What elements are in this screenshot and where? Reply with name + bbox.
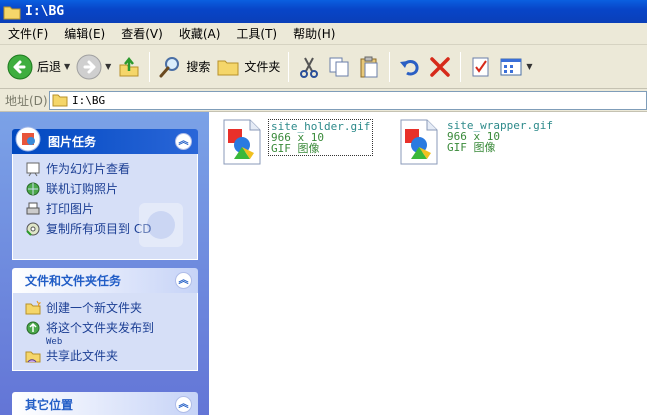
search-icon bbox=[159, 56, 180, 77]
search-label: 搜索 bbox=[186, 60, 211, 74]
collapse-chevron-icon[interactable]: ︽ bbox=[175, 272, 192, 289]
toolbar-separator bbox=[288, 51, 290, 82]
folders-button[interactable]: 文件夹 bbox=[213, 49, 283, 85]
menu-favorites[interactable]: 收藏(A) bbox=[171, 23, 229, 45]
picture-tasks-title: 图片任务 bbox=[48, 135, 97, 149]
slideshow-icon bbox=[26, 162, 40, 177]
task-label: 共享此文件夹 bbox=[46, 349, 119, 363]
copy-icon bbox=[329, 57, 349, 76]
up-folder-button[interactable] bbox=[114, 49, 144, 85]
picture-watermark-icon bbox=[139, 203, 183, 247]
picture-tasks-header[interactable]: 图片任务 ︽ bbox=[12, 126, 198, 154]
paste-button[interactable] bbox=[354, 49, 384, 85]
views-icon bbox=[500, 58, 522, 75]
share-folder-icon bbox=[25, 351, 41, 363]
task-publish-web[interactable]: 将这个文件夹发布到 Web bbox=[25, 319, 197, 347]
printer-icon bbox=[26, 202, 40, 215]
toolbar-separator bbox=[460, 51, 462, 82]
menu-tools[interactable]: 工具(T) bbox=[228, 23, 285, 45]
globe-icon bbox=[26, 182, 40, 196]
folders-icon bbox=[217, 60, 239, 75]
collapse-chevron-icon[interactable]: ︽ bbox=[175, 133, 192, 150]
paste-icon bbox=[360, 56, 378, 77]
other-places-title: 其它位置 bbox=[25, 398, 74, 412]
picture-tasks-panel: 图片任务 ︽ 作为幻灯片查看 联机订购照片 打印图片 复制所有项目到 CD bbox=[12, 126, 198, 260]
file-view[interactable]: site_holder.gif 966 x 10 GIF 图像 site_wra… bbox=[209, 112, 647, 415]
file-item[interactable]: site_wrapper.gif 966 x 10 GIF 图像 bbox=[397, 119, 555, 165]
task-label: 打印图片 bbox=[46, 202, 95, 216]
copy-button[interactable] bbox=[324, 49, 354, 85]
task-share-folder[interactable]: 共享此文件夹 bbox=[25, 347, 197, 367]
scissors-icon bbox=[300, 57, 319, 78]
toolbar-separator bbox=[389, 51, 391, 82]
picture-tasks-body: 作为幻灯片查看 联机订购照片 打印图片 复制所有项目到 CD bbox=[12, 154, 198, 260]
menu-bar: 文件(F) 编辑(E) 查看(V) 收藏(A) 工具(T) 帮助(H) bbox=[0, 23, 647, 45]
task-label: 联机订购照片 bbox=[46, 182, 119, 196]
gif-file-icon bbox=[400, 119, 438, 165]
task-label: 创建一个新文件夹 bbox=[46, 301, 143, 315]
cd-icon bbox=[26, 222, 40, 236]
menu-file[interactable]: 文件(F) bbox=[0, 23, 56, 45]
delete-x-icon bbox=[430, 56, 451, 77]
up-folder-icon bbox=[119, 56, 139, 76]
file-folder-tasks-header[interactable]: 文件和文件夹任务 ︽ bbox=[12, 268, 198, 293]
task-label-sub: Web bbox=[46, 337, 63, 347]
properties-icon bbox=[472, 57, 489, 76]
new-folder-icon bbox=[25, 300, 41, 315]
file-type: GIF 图像 bbox=[447, 141, 496, 154]
task-new-folder[interactable]: 创建一个新文件夹 bbox=[25, 299, 197, 319]
back-arrow-icon bbox=[7, 54, 33, 79]
properties-button[interactable] bbox=[466, 49, 496, 85]
window-title: I:\BG bbox=[25, 4, 65, 19]
address-bar: 地址(D) I:\BG bbox=[0, 89, 647, 112]
views-button[interactable]: ▼ bbox=[496, 49, 535, 85]
task-label: 将这个文件夹发布到 Web bbox=[46, 319, 154, 347]
back-button[interactable]: 后退 ▼ bbox=[4, 49, 73, 85]
publish-web-icon bbox=[26, 321, 40, 335]
collapse-chevron-icon[interactable]: ︽ bbox=[175, 396, 192, 413]
task-pane: 图片任务 ︽ 作为幻灯片查看 联机订购照片 打印图片 复制所有项目到 CD 文件… bbox=[0, 112, 209, 415]
picture-tasks-icon bbox=[15, 126, 41, 152]
folder-icon bbox=[52, 94, 68, 107]
other-places-header[interactable]: 其它位置 ︽ bbox=[12, 392, 198, 415]
address-value: I:\BG bbox=[72, 93, 106, 107]
menu-edit[interactable]: 编辑(E) bbox=[56, 23, 113, 45]
undo-icon bbox=[400, 59, 419, 75]
file-folder-tasks-panel: 文件和文件夹任务 ︽ 创建一个新文件夹 将这个文件夹发布到 Web 共享此文件夹 bbox=[12, 268, 198, 371]
undo-button[interactable] bbox=[395, 49, 425, 85]
task-label-line: 将这个文件夹发布到 bbox=[46, 321, 155, 335]
menu-view[interactable]: 查看(V) bbox=[113, 23, 171, 45]
file-details: site_wrapper.gif 966 x 10 GIF 图像 bbox=[445, 119, 555, 154]
title-bar: I:\BG bbox=[0, 0, 647, 23]
folders-label: 文件夹 bbox=[244, 60, 281, 74]
forward-button[interactable]: ▼ bbox=[73, 49, 114, 85]
views-dropdown-icon[interactable]: ▼ bbox=[526, 62, 532, 71]
forward-dropdown-icon[interactable]: ▼ bbox=[105, 62, 111, 71]
address-field[interactable]: I:\BG bbox=[49, 90, 647, 110]
task-slideshow[interactable]: 作为幻灯片查看 bbox=[25, 160, 197, 180]
task-label: 作为幻灯片查看 bbox=[46, 162, 131, 176]
back-dropdown-icon[interactable]: ▼ bbox=[64, 62, 70, 71]
menu-help[interactable]: 帮助(H) bbox=[285, 23, 343, 45]
search-button[interactable]: 搜索 bbox=[155, 49, 213, 85]
other-places-panel: 其它位置 ︽ bbox=[12, 392, 198, 415]
back-label: 后退 bbox=[37, 60, 62, 74]
gif-file-icon bbox=[223, 119, 261, 165]
folder-icon bbox=[3, 6, 21, 19]
file-folder-tasks-body: 创建一个新文件夹 将这个文件夹发布到 Web 共享此文件夹 bbox=[12, 293, 198, 371]
cut-button[interactable] bbox=[294, 49, 324, 85]
toolbar-separator bbox=[149, 51, 151, 82]
forward-arrow-icon bbox=[76, 54, 102, 79]
file-item[interactable]: site_holder.gif 966 x 10 GIF 图像 bbox=[220, 119, 374, 165]
address-label: 地址(D) bbox=[5, 93, 48, 108]
delete-button[interactable] bbox=[425, 49, 455, 85]
file-type: GIF 图像 bbox=[271, 142, 320, 155]
file-details: site_holder.gif 966 x 10 GIF 图像 bbox=[268, 119, 374, 156]
toolbar: 后退 ▼ ▼ 搜索 文件夹 ▼ bbox=[0, 45, 647, 89]
file-folder-tasks-title: 文件和文件夹任务 bbox=[25, 274, 122, 288]
